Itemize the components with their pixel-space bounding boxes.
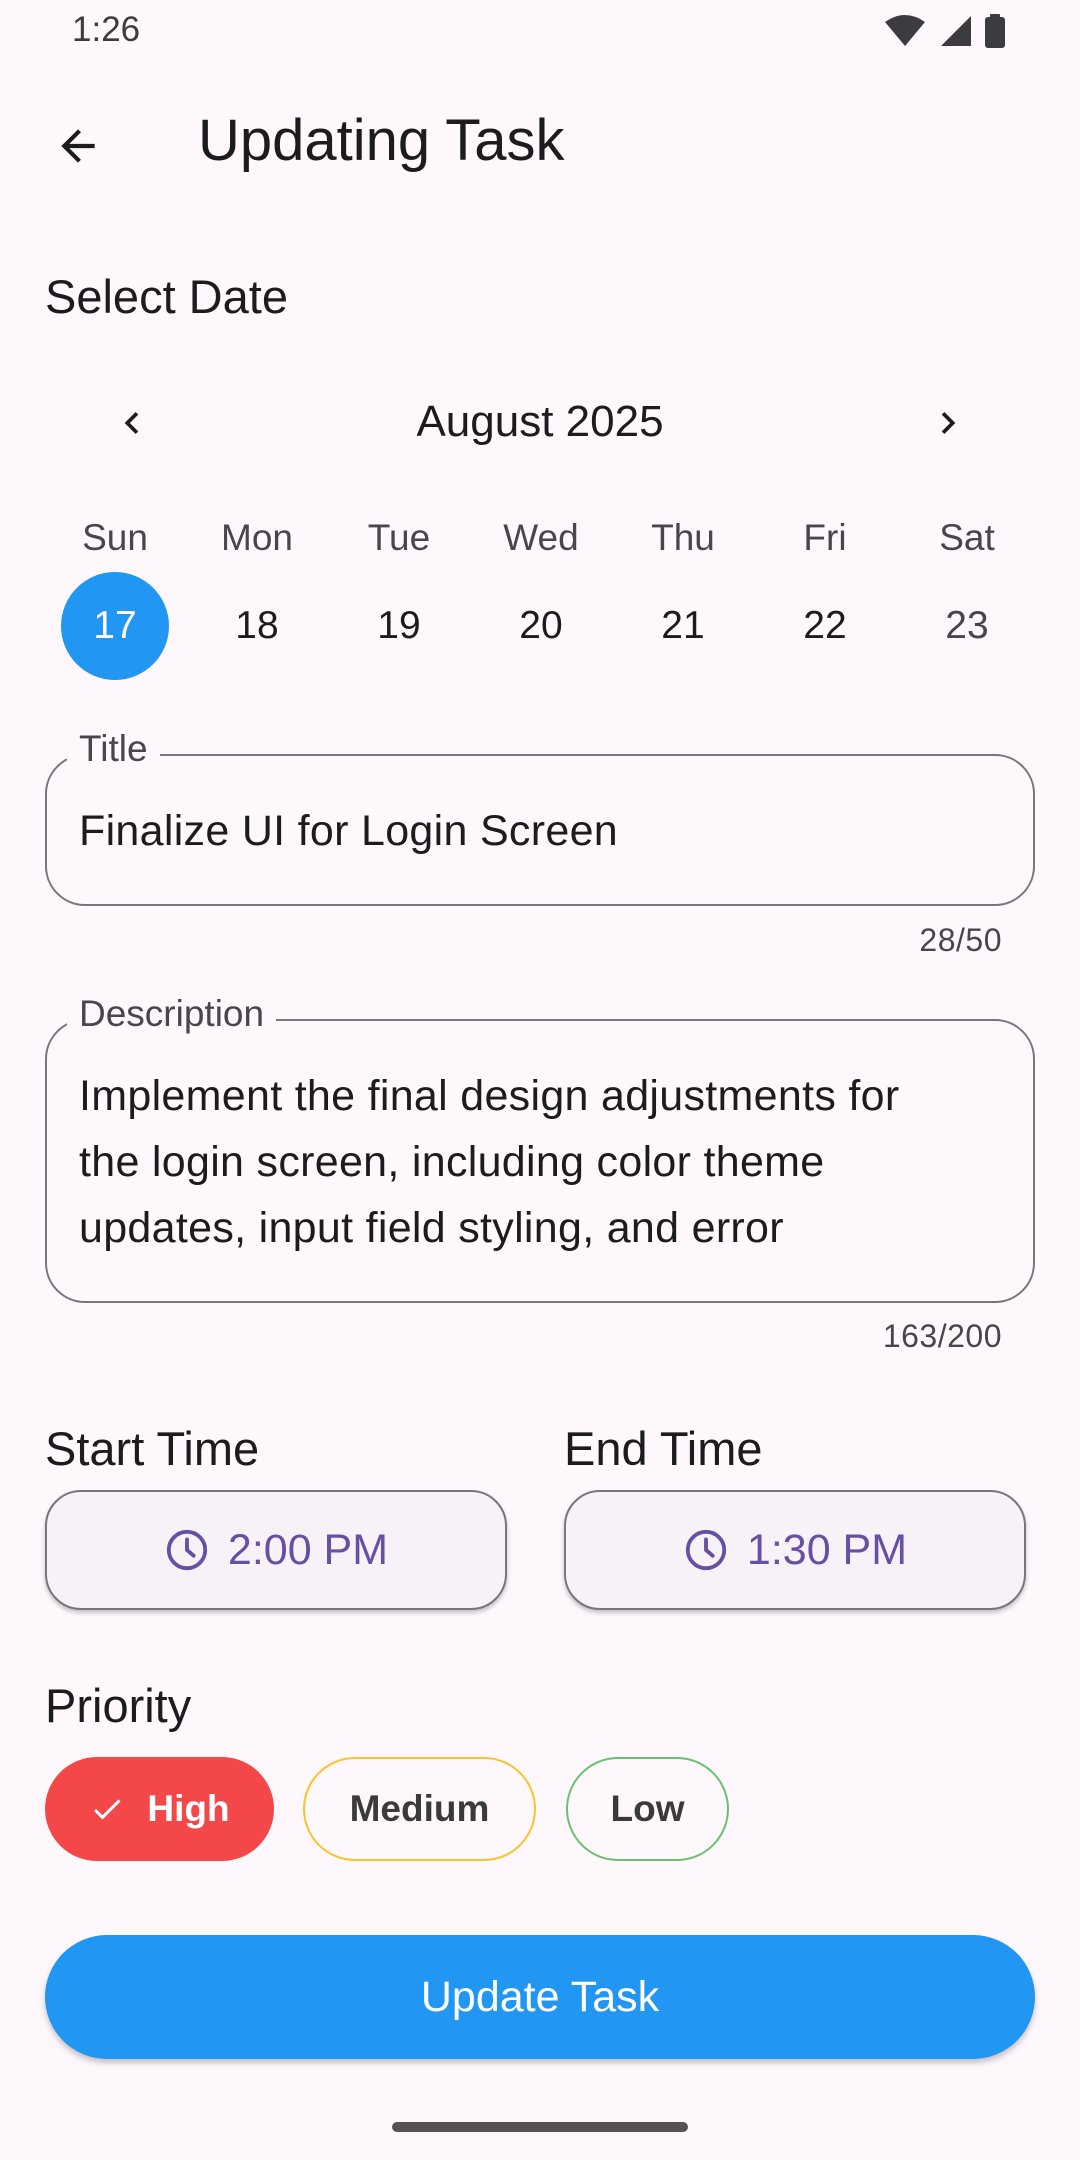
day-23[interactable]: 23 — [913, 572, 1021, 680]
end-time-value: 1:30 PM — [746, 1525, 908, 1574]
start-time-heading: Start Time — [45, 1422, 260, 1475]
priority-chip-high-label: High — [147, 1788, 230, 1829]
description-line: Implement the final design adjustments f… — [79, 1072, 900, 1120]
description-line: the login screen, including color theme — [79, 1138, 825, 1186]
next-week-button[interactable] — [913, 388, 983, 458]
start-time-value: 2:00 PM — [227, 1525, 389, 1574]
weekday-sat: Sat — [939, 517, 995, 558]
arrow-back-icon — [61, 129, 95, 163]
end-time-button[interactable]: 1:30 PM — [564, 1490, 1026, 1610]
description-char-counter: 163/200 — [882, 1318, 1002, 1354]
clock-icon — [685, 1529, 727, 1571]
update-task-button[interactable]: Update Task — [45, 1935, 1035, 2059]
description-field[interactable]: Description Implement the final design a… — [45, 991, 1035, 1303]
day-19[interactable]: 19 — [345, 572, 453, 680]
status-icons — [884, 14, 1006, 48]
update-task-screen: 1:26 Updating Task Select Date August 20… — [0, 0, 1080, 2160]
select-date-heading: Select Date — [45, 270, 288, 323]
priority-chip-medium[interactable]: Medium — [303, 1757, 536, 1861]
priority-chip-medium-label: Medium — [349, 1788, 490, 1829]
day-21[interactable]: 21 — [629, 572, 737, 680]
priority-chip-low-label: Low — [610, 1788, 685, 1829]
status-bar: 1:26 — [0, 0, 1080, 64]
weekday-tue: Tue — [367, 517, 431, 558]
end-time-heading: End Time — [564, 1422, 763, 1475]
home-indicator[interactable] — [392, 2122, 688, 2132]
weekday-sun: Sun — [82, 517, 148, 558]
day-18[interactable]: 18 — [203, 572, 311, 680]
weekday-wed: Wed — [503, 517, 579, 558]
priority-heading: Priority — [45, 1679, 192, 1732]
title-field[interactable]: Title Finalize UI for Login Screen — [45, 726, 1035, 906]
back-button[interactable] — [36, 104, 120, 188]
weekday-thu: Thu — [651, 517, 715, 558]
page-title: Updating Task — [198, 108, 565, 173]
priority-chip-low[interactable]: Low — [566, 1757, 729, 1861]
clock-icon — [166, 1529, 208, 1571]
start-time-button[interactable]: 2:00 PM — [45, 1490, 507, 1610]
description-line: updates, input field styling, and error — [79, 1204, 784, 1252]
wifi-icon — [885, 15, 925, 46]
title-char-counter: 28/50 — [919, 922, 1002, 958]
title-field-label: Title — [67, 726, 160, 772]
day-20[interactable]: 20 — [487, 572, 595, 680]
status-time: 1:26 — [72, 10, 141, 49]
weekday-fri: Fri — [803, 517, 847, 558]
day-22[interactable]: 22 — [771, 572, 879, 680]
chevron-right-icon — [941, 412, 956, 434]
description-field-value[interactable]: Implement the final design adjustments f… — [79, 1063, 1001, 1261]
day-17[interactable]: 17 — [61, 572, 169, 680]
check-icon — [94, 1799, 121, 1820]
weekday-mon: Mon — [221, 517, 293, 558]
priority-chip-high[interactable]: High — [45, 1757, 274, 1861]
title-field-value[interactable]: Finalize UI for Login Screen — [79, 798, 1001, 864]
description-field-label: Description — [67, 991, 277, 1037]
signal-icon — [941, 16, 971, 46]
battery-icon — [985, 14, 1005, 48]
